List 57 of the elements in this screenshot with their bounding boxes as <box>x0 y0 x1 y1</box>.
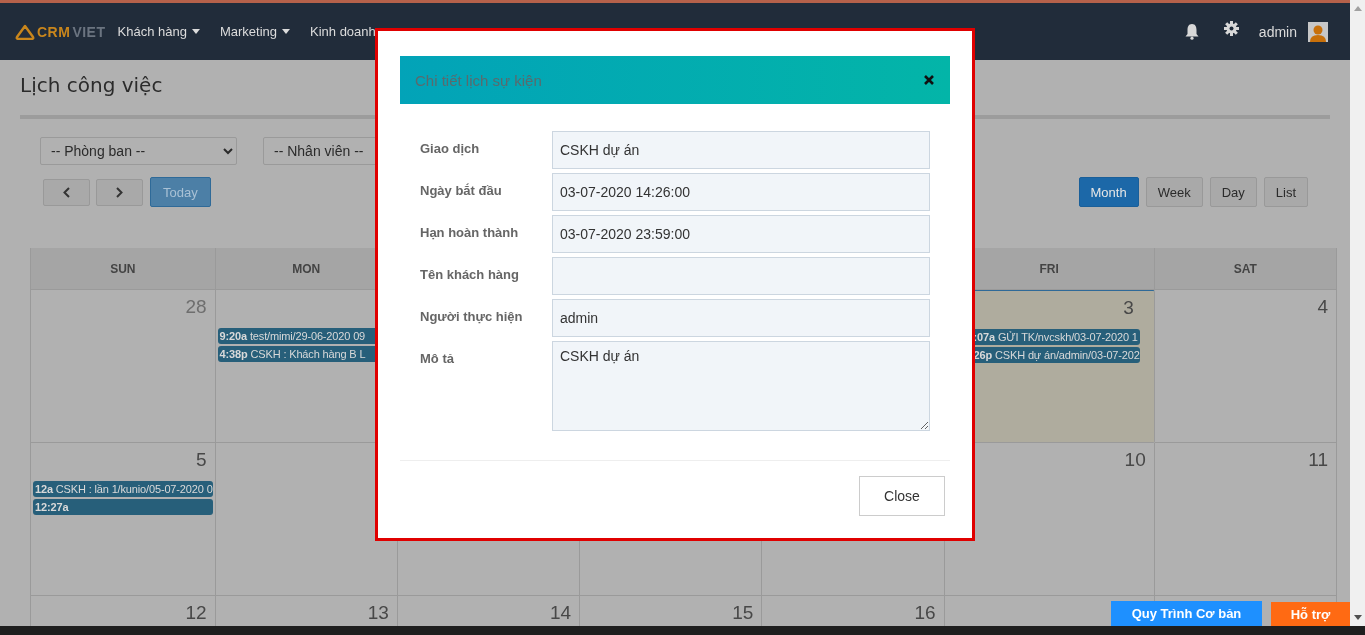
field-label: Người thực hiện <box>420 308 524 326</box>
weekday-label: SAT <box>1233 261 1257 276</box>
close-button[interactable] <box>923 74 935 86</box>
day-number: 10 <box>1124 449 1146 471</box>
day-number: 5 <box>196 449 207 471</box>
view-tab[interactable]: List <box>1263 177 1308 207</box>
input-field[interactable]: admin <box>552 299 930 337</box>
day-number: 13 <box>367 602 389 624</box>
dropdown-field[interactable]: -- Phòng ban -- <box>40 137 237 165</box>
calendar-event[interactable]: 12a CSKH : lần 1/kunio/05-07-2020 0 <box>33 481 213 497</box>
day-number: 28 <box>185 296 207 318</box>
day-number: 4 <box>1317 296 1328 318</box>
field-label: Ngày bắt đầu <box>420 182 503 200</box>
input-field[interactable]: CSKH dự án <box>552 131 930 169</box>
bell-icon[interactable] <box>1183 23 1200 40</box>
view-tab[interactable]: Week <box>1145 177 1203 207</box>
logo-text: CRM <box>37 23 71 40</box>
settings-icon[interactable] <box>1223 21 1239 36</box>
chevron-left-icon <box>63 186 70 198</box>
logo-icon <box>15 23 35 40</box>
support-button[interactable]: Hỗ trợ <box>1271 602 1350 626</box>
close-button[interactable]: Close <box>859 476 945 516</box>
chevron-right-icon <box>116 186 123 198</box>
field-label: Giao dịch <box>420 140 481 158</box>
day-number: 12 <box>185 602 207 624</box>
user-name[interactable]: admin <box>1258 23 1297 40</box>
input-field[interactable] <box>552 257 930 295</box>
nav-menu-item[interactable]: Marketing <box>219 24 290 39</box>
day-cell[interactable]: 11 <box>1154 443 1337 596</box>
input-field[interactable]: 03-07-2020 14:26:00 <box>552 173 930 211</box>
description-field[interactable]: CSKH dự án <box>552 341 930 431</box>
process-button[interactable]: Quy Trình Cơ bản <box>1111 601 1262 626</box>
logo-text: VIET <box>72 23 106 40</box>
close-icon <box>923 74 935 86</box>
weekday-label: MON <box>292 261 321 276</box>
day-number: 3 <box>1123 297 1134 319</box>
day-number: 11 <box>1308 449 1328 471</box>
weekday-label: SUN <box>110 261 136 276</box>
field-label: Hạn hoàn thành <box>420 224 520 242</box>
calendar-event[interactable]: 12:27a <box>33 499 213 515</box>
day-number: 14 <box>549 602 572 624</box>
scrollbar[interactable] <box>1350 0 1365 626</box>
weekday-label: FRI <box>1039 261 1059 276</box>
day-number: 15 <box>732 602 754 624</box>
scroll-down-icon[interactable] <box>1353 615 1362 620</box>
view-tab[interactable]: Day <box>1209 177 1257 207</box>
dialog-title: Chi tiết lịch sự kiện <box>415 71 542 89</box>
field-label: Tên khách hàng <box>420 266 520 284</box>
input-field[interactable]: 03-07-2020 23:59:00 <box>552 215 930 253</box>
day-cell[interactable]: 4 <box>1154 290 1337 443</box>
nav-menu-item[interactable]: Khách hàng <box>117 24 200 39</box>
day-number: 16 <box>914 602 936 624</box>
view-tab[interactable]: Month <box>1078 177 1139 207</box>
page-title: Lịch công việc <box>20 73 163 97</box>
day-cell[interactable]: 5 12a CSKH : lần 1/kunio/05-07-2020 0 12:27a <box>31 443 216 596</box>
field-label: Mô tả <box>420 350 455 368</box>
avatar-icon[interactable] <box>1308 21 1328 42</box>
